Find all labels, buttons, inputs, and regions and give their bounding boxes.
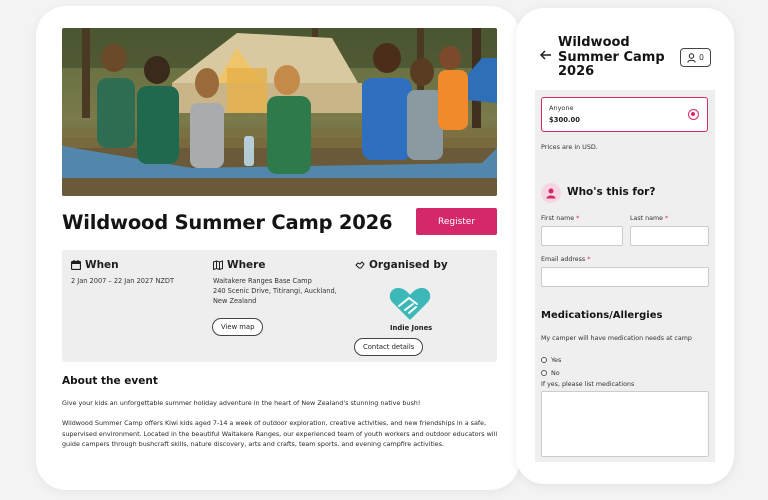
email-input[interactable]	[541, 267, 709, 287]
when-heading: When	[85, 259, 119, 271]
medication-no-option[interactable]: No	[541, 369, 560, 377]
currency-note: Prices are in USD.	[541, 143, 598, 151]
who-person-icon	[541, 183, 561, 203]
ticket-name: Anyone	[549, 104, 574, 112]
where-section: Where Waitakere Ranges Base Camp 240 Sce…	[213, 259, 337, 306]
view-map-button[interactable]: View map	[212, 318, 264, 336]
organiser-heading: Organised by	[369, 259, 448, 271]
hero-image	[62, 28, 497, 196]
last-name-label: Last name *	[630, 215, 669, 222]
event-title: Wildwood Summer Camp 2026	[62, 211, 393, 234]
address-line-1: 240 Scenic Drive, Titirangi, Auckland,	[213, 287, 337, 295]
checkout-phone: Wildwood Summer Camp 2026 0 Anyone $300.…	[516, 8, 734, 484]
organiser-name: Indie Jones	[390, 324, 433, 332]
event-info-panel: When 2 Jan 2007 – 22 Jan 2027 NZDT Where…	[62, 250, 497, 362]
about-intro: Give your kids an unforgettable summer h…	[62, 399, 421, 407]
handshake-icon	[355, 261, 365, 269]
contact-details-button[interactable]: Contact details	[354, 338, 424, 356]
person-icon	[687, 52, 696, 63]
checkout-form: Anyone $300.00 Prices are in USD. Who's …	[535, 90, 715, 462]
medication-list-label: If yes, please list medications	[541, 381, 635, 388]
email-label: Email address *	[541, 256, 591, 263]
last-name-input[interactable]	[630, 226, 709, 246]
address-line-2: New Zealand	[213, 297, 257, 305]
checkout-title: Wildwood Summer Camp 2026	[558, 35, 665, 79]
venue-name: Waitakere Ranges Base Camp	[213, 277, 312, 285]
who-heading: Who's this for?	[567, 186, 656, 198]
first-name-input[interactable]	[541, 226, 623, 246]
medication-yes-option[interactable]: Yes	[541, 356, 561, 364]
medication-question: My camper will have medication needs at …	[541, 335, 692, 342]
organiser-section: Organised by	[355, 259, 448, 271]
yes-radio[interactable]	[541, 357, 547, 363]
register-button[interactable]: Register	[416, 208, 497, 235]
ticket-option[interactable]: Anyone $300.00	[541, 97, 708, 132]
venue-address: Waitakere Ranges Base Camp 240 Scenic Dr…	[213, 276, 337, 306]
organiser-logo	[389, 288, 431, 320]
ticket-radio-selected[interactable]	[688, 109, 699, 120]
medications-heading: Medications/Allergies	[541, 310, 663, 321]
event-dates: 2 Jan 2007 – 22 Jan 2027 NZDT	[71, 277, 174, 285]
map-icon	[213, 260, 223, 270]
cart-button[interactable]: 0	[680, 48, 711, 67]
medication-list-textarea[interactable]	[541, 391, 709, 457]
cart-count: 0	[699, 53, 704, 62]
about-heading: About the event	[62, 375, 158, 387]
event-card: Wildwood Summer Camp 2026 Register When …	[36, 6, 520, 490]
calendar-icon	[71, 260, 81, 270]
where-heading: Where	[227, 259, 266, 271]
back-arrow-icon[interactable]	[540, 50, 552, 60]
about-description: Wildwood Summer Camp offers Kiwi kids ag…	[62, 419, 498, 448]
when-section: When 2 Jan 2007 – 22 Jan 2027 NZDT	[71, 259, 174, 286]
first-name-label: First name *	[541, 215, 580, 222]
no-radio[interactable]	[541, 370, 547, 376]
ticket-price: $300.00	[549, 116, 580, 124]
